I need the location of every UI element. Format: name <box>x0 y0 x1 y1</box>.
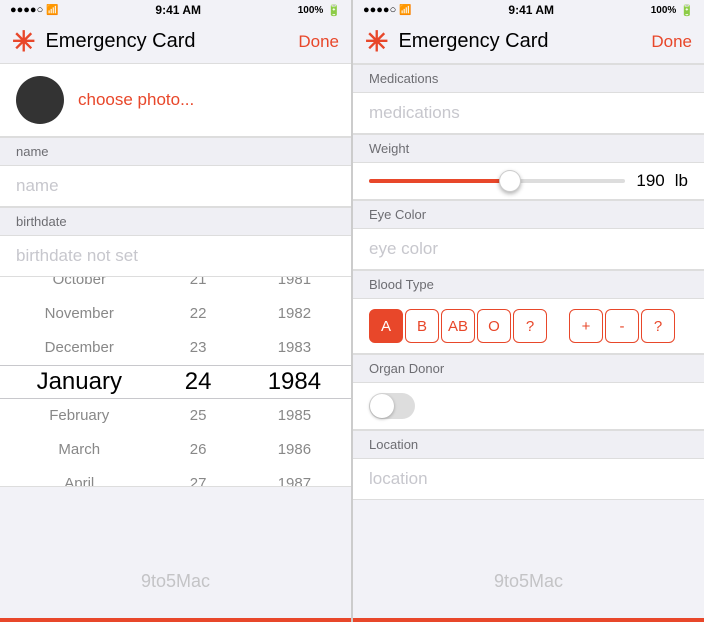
bt-btn-A[interactable]: A <box>369 309 403 343</box>
day-item-3: 24 <box>159 365 238 399</box>
organ-donor-header: Organ Donor <box>353 354 704 383</box>
done-button-left[interactable]: Done <box>298 32 339 52</box>
year-item-5: 1986 <box>238 433 351 467</box>
year-item-4: 1985 <box>238 399 351 433</box>
blood-type-row: A B AB O ? + - ? <box>353 299 704 354</box>
asterisk-icon-right: ✳ <box>365 28 388 56</box>
bt-btn-pos[interactable]: + <box>569 309 603 343</box>
signal-dots-right: ●●●●○ 📶 <box>363 4 412 16</box>
left-content: choose photo... name birthdate birthdate… <box>0 64 351 618</box>
name-section-header: name <box>0 137 351 166</box>
bottom-bar-right <box>353 618 704 622</box>
choose-photo-label[interactable]: choose photo... <box>78 90 194 110</box>
status-bar-left: ●●●●○ 📶 9:41 AM 100% 🔋 <box>0 0 351 20</box>
battery-pct: 100% <box>298 5 324 16</box>
battery-icon-right: 🔋 <box>680 4 694 17</box>
day-item-4: 25 <box>159 399 238 433</box>
toggle-knob <box>370 394 394 418</box>
day-column[interactable]: 21 22 23 24 25 26 27 <box>159 277 238 486</box>
location-input[interactable] <box>369 469 688 489</box>
year-item-6: 1987 <box>238 467 351 487</box>
page-title-right: Emergency Card <box>398 30 641 53</box>
month-item-1: November <box>0 297 159 331</box>
battery-pct-right: 100% <box>651 5 677 16</box>
battery-icon: 🔋 <box>327 4 341 17</box>
rh-group: + - ? <box>569 309 675 343</box>
slider-track[interactable] <box>369 179 625 183</box>
day-item-2: 23 <box>159 331 238 365</box>
wifi-icon-right: 📶 <box>399 5 411 16</box>
medications-input-row[interactable] <box>353 93 704 134</box>
battery-area-right: 100% 🔋 <box>651 4 694 17</box>
signal-icon-right: ●●●●○ <box>363 4 396 16</box>
weight-value: 190 <box>635 171 665 191</box>
time-display: 9:41 AM <box>155 3 201 17</box>
location-input-row[interactable] <box>353 459 704 500</box>
done-button-right[interactable]: Done <box>651 32 692 52</box>
organ-donor-toggle[interactable] <box>369 393 415 419</box>
bt-btn-unknown[interactable]: ? <box>513 309 547 343</box>
year-item-0: 1981 <box>238 277 351 297</box>
bt-btn-AB[interactable]: AB <box>441 309 475 343</box>
month-item-2: December <box>0 331 159 365</box>
nav-bar-left: ✳ Emergency Card Done <box>0 20 351 64</box>
day-item-1: 22 <box>159 297 238 331</box>
eye-color-input[interactable] <box>369 239 688 259</box>
time-display-right: 9:41 AM <box>508 3 554 17</box>
month-item-4: February <box>0 399 159 433</box>
organ-donor-row[interactable] <box>353 383 704 430</box>
picker-columns: October November December January Februa… <box>0 277 351 486</box>
weight-header: Weight <box>353 134 704 163</box>
slider-thumb[interactable] <box>499 170 521 192</box>
year-item-2: 1983 <box>238 331 351 365</box>
year-item-1: 1982 <box>238 297 351 331</box>
month-item-3: January <box>0 365 159 399</box>
blood-type-header: Blood Type <box>353 270 704 299</box>
day-item-6: 27 <box>159 467 238 487</box>
birthdate-section-header: birthdate <box>0 207 351 236</box>
signal-dots: ●●●●○ 📶 <box>10 4 59 16</box>
bt-btn-O[interactable]: O <box>477 309 511 343</box>
day-item-0: 21 <box>159 277 238 297</box>
month-item-6: April <box>0 467 159 487</box>
asterisk-icon: ✳ <box>12 28 35 56</box>
status-bar-right: ●●●●○ 📶 9:41 AM 100% 🔋 <box>353 0 704 20</box>
bt-btn-B[interactable]: B <box>405 309 439 343</box>
month-item-5: March <box>0 433 159 467</box>
location-header: Location <box>353 430 704 459</box>
bt-btn-neg[interactable]: - <box>605 309 639 343</box>
weight-unit: lb <box>675 171 688 191</box>
birthdate-placeholder[interactable]: birthdate not set <box>0 236 351 277</box>
page-title-left: Emergency Card <box>45 30 288 53</box>
eye-color-header: Eye Color <box>353 200 704 229</box>
medications-input[interactable] <box>369 103 688 123</box>
wifi-icon: 📶 <box>46 5 58 16</box>
avatar <box>16 76 64 124</box>
nav-bar-right: ✳ Emergency Card Done <box>353 20 704 64</box>
year-column[interactable]: 1981 1982 1983 1984 1985 1986 1987 <box>238 277 351 486</box>
month-item-0: October <box>0 277 159 297</box>
weight-slider-row[interactable]: 190 lb <box>353 163 704 200</box>
bt-btn-rh-unknown[interactable]: ? <box>641 309 675 343</box>
blood-type-group: A B AB O ? <box>369 309 547 343</box>
name-input[interactable] <box>16 176 335 196</box>
year-item-3: 1984 <box>238 365 351 399</box>
slider-fill <box>369 179 510 183</box>
battery-area: 100% 🔋 <box>298 4 341 17</box>
photo-section[interactable]: choose photo... <box>0 64 351 137</box>
bottom-bar-left <box>0 618 351 622</box>
date-picker[interactable]: October November December January Februa… <box>0 277 351 487</box>
signal-icon: ●●●●○ <box>10 4 43 16</box>
day-item-5: 26 <box>159 433 238 467</box>
eye-color-input-row[interactable] <box>353 229 704 270</box>
medications-header: Medications <box>353 64 704 93</box>
month-column[interactable]: October November December January Februa… <box>0 277 159 486</box>
name-input-row[interactable] <box>0 166 351 207</box>
right-content: Medications Weight 190 lb Eye Color Bloo… <box>353 64 704 618</box>
